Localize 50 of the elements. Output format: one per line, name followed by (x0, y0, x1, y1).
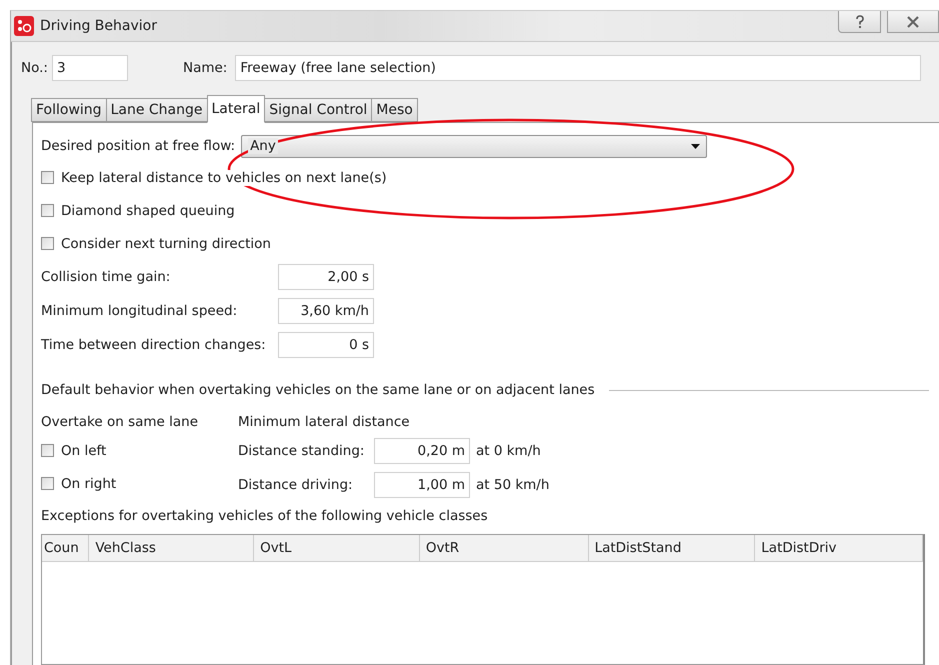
field-label: Minimum longitudinal speed: (41, 303, 238, 319)
number-label: No.: (21, 60, 48, 76)
tab[interactable]: Signal Control (264, 98, 372, 122)
checkbox[interactable] (41, 171, 54, 184)
field-label: Distance standing: (238, 443, 366, 459)
column-header[interactable]: VehClass (89, 535, 254, 561)
column-header[interactable]: OvtL (254, 535, 420, 561)
checkbox[interactable] (41, 204, 54, 217)
help-button[interactable] (838, 11, 881, 33)
checkbox[interactable] (41, 237, 54, 250)
value-field[interactable]: 1,00 m (374, 472, 470, 498)
name-field[interactable]: Freeway (free lane selection) (235, 55, 922, 81)
app-icon (14, 16, 34, 36)
checkbox[interactable] (41, 477, 54, 490)
value-field[interactable]: 0 s (278, 332, 374, 358)
unit-note: at 0 km/h (476, 443, 541, 459)
column-header[interactable]: Coun (42, 535, 90, 561)
checkbox-label: On right (61, 476, 116, 492)
value-field[interactable]: 3,60 km/h (278, 298, 374, 324)
tab[interactable]: Lane Change (106, 98, 208, 122)
position-dropdown[interactable]: Any (241, 134, 708, 158)
close-icon (906, 16, 920, 28)
group-heading: Overtake on same lane (41, 414, 198, 430)
checkbox-label: Diamond shaped queuing (61, 202, 235, 218)
field-label: Collision time gain: (41, 269, 172, 285)
number-field[interactable]: 3 (52, 55, 128, 81)
value-field[interactable]: 2,00 s (278, 264, 374, 290)
close-button[interactable] (887, 11, 939, 33)
exceptions-heading: Exceptions for overtaking vehicles of the following vehicle classes (41, 508, 488, 524)
tab[interactable]: Following (31, 98, 107, 122)
caret-icon (691, 144, 700, 148)
tab[interactable]: Meso (371, 98, 418, 122)
section-heading: Default behavior when overtaking vehicles on the same lane or on adjacent lanes (41, 382, 595, 398)
tab[interactable]: Lateral (206, 95, 266, 123)
checkbox-label: Keep lateral distance to vehicles on next lane(s) (61, 170, 387, 186)
value-field[interactable]: 0,20 m (374, 438, 470, 464)
field-label: Distance driving: (238, 477, 354, 493)
checkbox[interactable] (41, 444, 54, 457)
name-label: Name: (182, 60, 228, 76)
group-heading: Minimum lateral distance (238, 414, 410, 430)
window-title: Driving Behavior (40, 18, 158, 34)
column-header[interactable]: OvtR (420, 535, 589, 561)
checkbox-label: Consider next turning direction (61, 236, 271, 252)
column-header[interactable]: LatDistDriv (755, 535, 923, 561)
checkbox-label: On left (61, 442, 106, 458)
unit-note: at 50 km/h (476, 477, 550, 493)
field-label: Time between direction changes: (41, 337, 267, 353)
column-header[interactable]: LatDistStand (588, 535, 756, 561)
desired-position-label: Desired position at free flow: (41, 138, 236, 154)
help-icon (854, 14, 864, 28)
